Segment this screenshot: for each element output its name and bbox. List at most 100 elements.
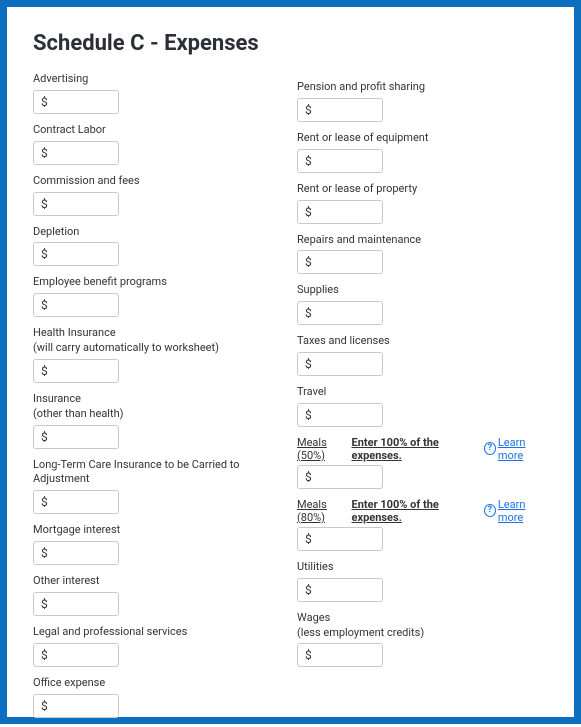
currency-prefix: $ — [305, 470, 312, 484]
label-meals-80-prefix: Meals (80%) — [297, 498, 352, 524]
input-commission-fees[interactable]: $ — [33, 192, 119, 216]
field-employee-benefit: Employee benefit programs $ — [33, 275, 283, 317]
page-title: Schedule C - Expenses — [33, 31, 548, 56]
input-legal-professional[interactable]: $ — [33, 643, 119, 667]
input-office-expense[interactable]: $ — [33, 694, 119, 718]
column-left: Advertising $ Contract Labor $ Commissio… — [33, 72, 283, 727]
label-repairs-maintenance: Repairs and maintenance — [297, 233, 548, 248]
input-wages[interactable]: $ — [297, 643, 383, 667]
currency-prefix: $ — [41, 648, 48, 662]
field-advertising: Advertising $ — [33, 72, 283, 114]
currency-prefix: $ — [305, 154, 312, 168]
label-meals-50-bold: Enter 100% of the expenses. — [352, 436, 478, 462]
field-meals-80: Meals (80%) Enter 100% of the expenses. … — [297, 498, 548, 551]
field-legal-professional: Legal and professional services $ — [33, 625, 283, 667]
input-pension-profit[interactable]: $ — [297, 98, 383, 122]
input-mortgage-interest[interactable]: $ — [33, 541, 119, 565]
input-depletion[interactable]: $ — [33, 242, 119, 266]
label-rent-property: Rent or lease of property — [297, 182, 548, 197]
input-supplies[interactable]: $ — [297, 301, 383, 325]
currency-prefix: $ — [41, 364, 48, 378]
input-rent-equipment[interactable]: $ — [297, 149, 383, 173]
label-contract-labor: Contract Labor — [33, 123, 283, 138]
label-commission-fees: Commission and fees — [33, 174, 283, 189]
field-rent-property: Rent or lease of property $ — [297, 182, 548, 224]
label-health-insurance: Health Insurance — [33, 326, 283, 341]
field-contract-labor: Contract Labor $ — [33, 123, 283, 165]
help-icon[interactable]: ? — [484, 442, 496, 455]
field-mortgage-interest: Mortgage interest $ — [33, 523, 283, 565]
currency-prefix: $ — [305, 205, 312, 219]
form-frame: Schedule C - Expenses Advertising $ Cont… — [0, 0, 581, 724]
label-pension-profit: Pension and profit sharing — [297, 80, 548, 95]
input-repairs-maintenance[interactable]: $ — [297, 250, 383, 274]
label-employee-benefit: Employee benefit programs — [33, 275, 283, 290]
sublabel-insurance-other: (other than health) — [33, 407, 283, 422]
field-pension-profit: Pension and profit sharing $ — [297, 80, 548, 122]
currency-prefix: $ — [41, 546, 48, 560]
currency-prefix: $ — [305, 357, 312, 371]
field-health-insurance: Health Insurance (will carry automatical… — [33, 326, 283, 383]
field-repairs-maintenance: Repairs and maintenance $ — [297, 233, 548, 275]
learn-more-link[interactable]: Learn more — [498, 498, 548, 524]
field-insurance-other: Insurance (other than health) $ — [33, 392, 283, 449]
input-employee-benefit[interactable]: $ — [33, 293, 119, 317]
currency-prefix: $ — [305, 306, 312, 320]
field-rent-equipment: Rent or lease of equipment $ — [297, 131, 548, 173]
sublabel-wages: (less employment credits) — [297, 626, 548, 641]
input-utilities[interactable]: $ — [297, 578, 383, 602]
input-other-interest[interactable]: $ — [33, 592, 119, 616]
label-meals-80-bold: Enter 100% of the expenses. — [352, 498, 478, 524]
currency-prefix: $ — [41, 430, 48, 444]
field-supplies: Supplies $ — [297, 283, 548, 325]
column-right: Pension and profit sharing $ Rent or lea… — [297, 72, 548, 727]
input-rent-property[interactable]: $ — [297, 200, 383, 224]
currency-prefix: $ — [41, 298, 48, 312]
field-utilities: Utilities $ — [297, 560, 548, 602]
field-commission-fees: Commission and fees $ — [33, 174, 283, 216]
label-mortgage-interest: Mortgage interest — [33, 523, 283, 538]
currency-prefix: $ — [41, 699, 48, 713]
input-long-term-care[interactable]: $ — [33, 490, 119, 514]
label-travel: Travel — [297, 385, 548, 400]
currency-prefix: $ — [305, 408, 312, 422]
currency-prefix: $ — [41, 95, 48, 109]
label-wages: Wages — [297, 611, 548, 626]
input-meals-50[interactable]: $ — [297, 465, 383, 489]
sublabel-health-insurance: (will carry automatically to worksheet) — [33, 341, 283, 356]
label-legal-professional: Legal and professional services — [33, 625, 283, 640]
currency-prefix: $ — [41, 597, 48, 611]
input-health-insurance[interactable]: $ — [33, 359, 119, 383]
label-advertising: Advertising — [33, 72, 283, 87]
field-taxes-licenses: Taxes and licenses $ — [297, 334, 548, 376]
currency-prefix: $ — [305, 532, 312, 546]
currency-prefix: $ — [305, 255, 312, 269]
field-travel: Travel $ — [297, 385, 548, 427]
label-insurance-other: Insurance — [33, 392, 283, 407]
label-taxes-licenses: Taxes and licenses — [297, 334, 548, 349]
label-long-term-care: Long-Term Care Insurance to be Carried t… — [33, 458, 283, 488]
label-office-expense: Office expense — [33, 676, 283, 691]
learn-more-link[interactable]: Learn more — [498, 436, 548, 462]
label-supplies: Supplies — [297, 283, 548, 298]
currency-prefix: $ — [305, 103, 312, 117]
input-meals-80[interactable]: $ — [297, 527, 383, 551]
field-meals-50: Meals (50%) Enter 100% of the expenses. … — [297, 436, 548, 489]
field-depletion: Depletion $ — [33, 225, 283, 267]
label-rent-equipment: Rent or lease of equipment — [297, 131, 548, 146]
field-other-interest: Other interest $ — [33, 574, 283, 616]
currency-prefix: $ — [305, 583, 312, 597]
field-long-term-care: Long-Term Care Insurance to be Carried t… — [33, 458, 283, 515]
input-taxes-licenses[interactable]: $ — [297, 352, 383, 376]
input-advertising[interactable]: $ — [33, 90, 119, 114]
input-insurance-other[interactable]: $ — [33, 425, 119, 449]
input-travel[interactable]: $ — [297, 403, 383, 427]
label-depletion: Depletion — [33, 225, 283, 240]
field-office-expense: Office expense $ — [33, 676, 283, 718]
label-other-interest: Other interest — [33, 574, 283, 589]
currency-prefix: $ — [305, 648, 312, 662]
currency-prefix: $ — [41, 146, 48, 160]
input-contract-labor[interactable]: $ — [33, 141, 119, 165]
help-icon[interactable]: ? — [484, 504, 496, 517]
field-wages: Wages (less employment credits) $ — [297, 611, 548, 668]
